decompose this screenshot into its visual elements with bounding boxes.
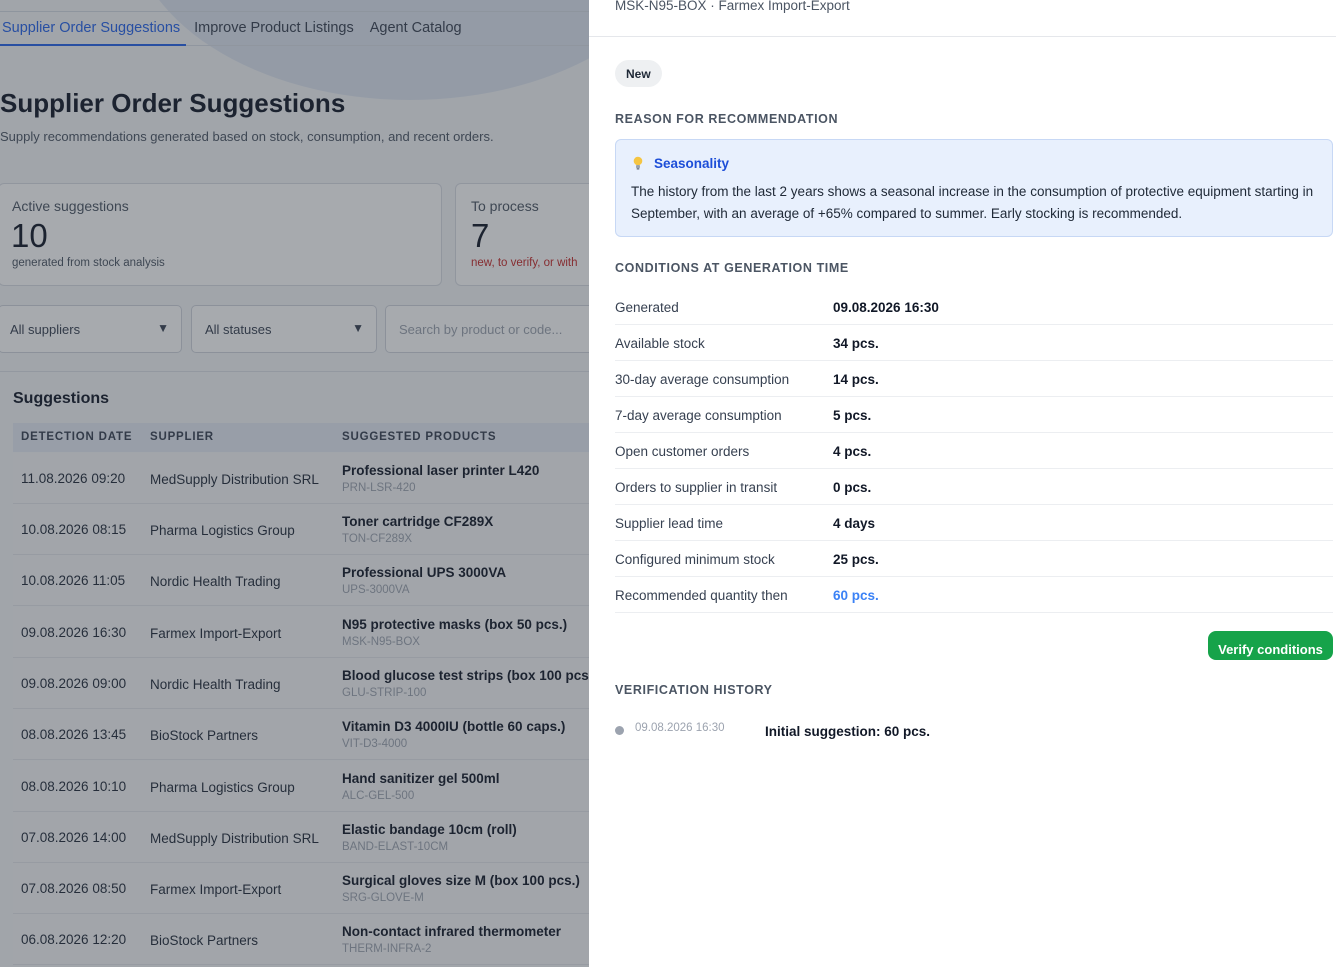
history-date: 09.08.2026 16:30 [635,722,725,734]
condition-label: 7-day average consumption [615,408,782,423]
condition-value: 60 pcs. [833,588,879,603]
condition-row-open-customer-orders: Open customer orders 4 pcs. [615,433,1333,469]
condition-value: 25 pcs. [833,552,879,567]
condition-label: Configured minimum stock [615,552,775,567]
reason-section-title: REASON FOR RECOMMENDATION [615,112,839,126]
condition-value: 4 pcs. [833,444,872,459]
condition-row-30-day-consumption: 30-day average consumption 14 pcs. [615,361,1333,397]
condition-value: 4 days [833,516,876,531]
verify-conditions-button[interactable]: Verify conditions [1208,631,1333,660]
condition-value: 14 pcs. [833,372,879,387]
status-badge: New [615,60,662,87]
condition-row-lead-time: Supplier lead time 4 days [615,505,1333,541]
history-text: Initial suggestion: 60 pcs. [765,724,931,739]
condition-label: Generated [615,300,679,315]
condition-row-generated: Generated 09.08.2026 16:30 [615,289,1333,325]
condition-label: Supplier lead time [615,516,724,531]
condition-value: 5 pcs. [833,408,872,423]
condition-value: 0 pcs. [833,480,872,495]
condition-row-available-stock: Available stock 34 pcs. [615,325,1333,361]
suggestion-detail-panel: MSK-N95-BOX · Farmex Import-Export New R… [589,0,1336,967]
condition-label: Available stock [615,336,705,351]
condition-label: Recommended quantity then [615,588,788,603]
lightbulb-icon [633,156,643,170]
history-section-title: VERIFICATION HISTORY [615,683,773,697]
reason-title: Seasonality [654,156,730,171]
condition-label: Open customer orders [615,444,750,459]
condition-value: 34 pcs. [833,336,879,351]
reason-box: Seasonality The history from the last 2 … [615,139,1333,237]
panel-header-divider [589,36,1336,37]
condition-row-7-day-consumption: 7-day average consumption 5 pcs. [615,397,1333,433]
panel-header: MSK-N95-BOX · Farmex Import-Export [615,0,850,13]
condition-label: Orders to supplier in transit [615,480,778,495]
condition-row-orders-in-transit: Orders to supplier in transit 0 pcs. [615,469,1333,505]
conditions-section-title: CONDITIONS AT GENERATION TIME [615,261,849,275]
condition-row-minimum-stock: Configured minimum stock 25 pcs. [615,541,1333,577]
condition-row-recommended-quantity: Recommended quantity then 60 pcs. [615,577,1333,613]
condition-value: 09.08.2026 16:30 [833,300,939,315]
reason-text: The history from the last 2 years shows … [631,184,1314,221]
condition-label: 30-day average consumption [615,372,790,387]
timeline-dot [615,726,624,735]
